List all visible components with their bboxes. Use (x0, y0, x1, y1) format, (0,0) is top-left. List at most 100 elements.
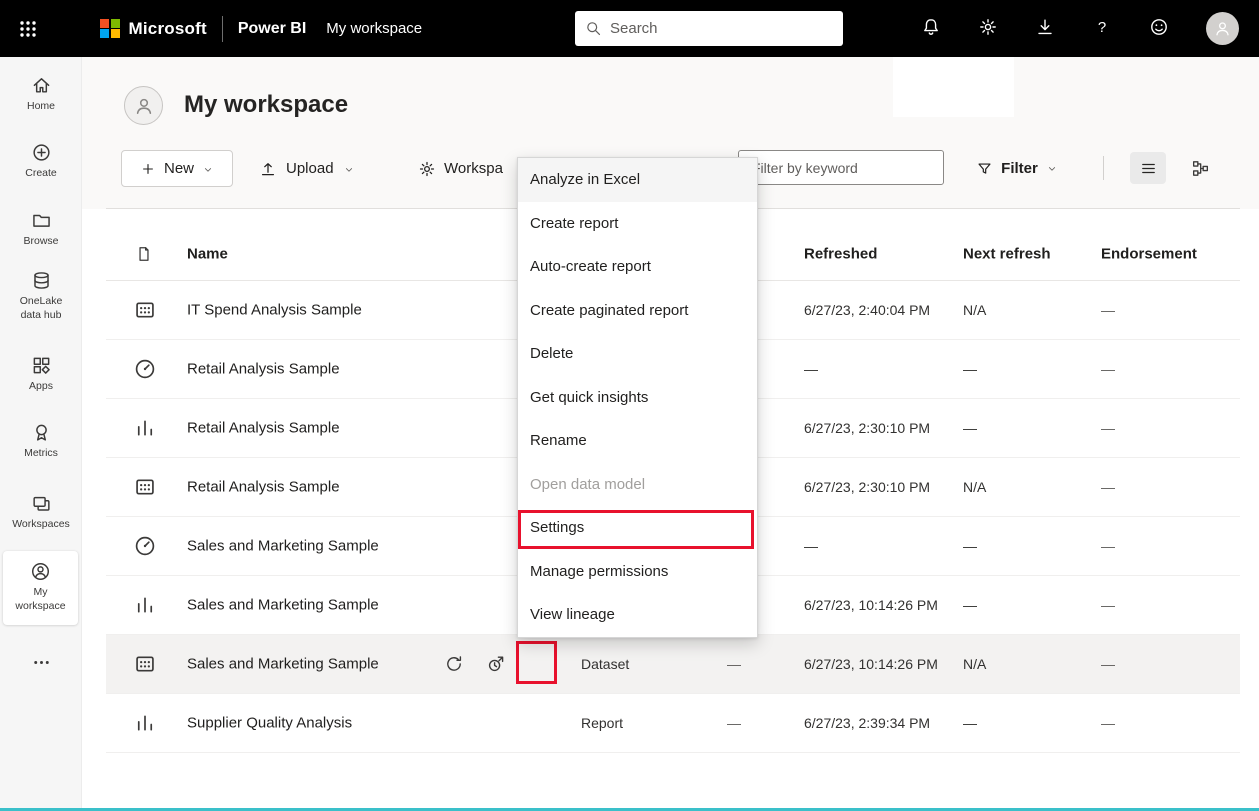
person-icon (1213, 19, 1232, 38)
item-name[interactable]: Retail Analysis Sample (187, 479, 340, 496)
sidebar-item-label: Workspaces (12, 518, 70, 530)
sidebar-item-label: Apps (29, 380, 53, 392)
lineage-view-button[interactable] (1182, 152, 1218, 184)
menu-item-label: Create paginated report (530, 301, 689, 319)
item-next-refresh: — (963, 420, 977, 436)
item-endorsement: — (1101, 361, 1115, 377)
smiley-icon (1149, 17, 1169, 37)
microsoft-wordmark: Microsoft (128, 18, 207, 38)
topbar-actions: ? (921, 0, 1259, 57)
filter-keyword-input[interactable] (738, 150, 944, 185)
item-name[interactable]: Sales and Marketing Sample (187, 656, 379, 673)
more-h-icon (31, 652, 52, 673)
menu-item-rename[interactable]: Rename (518, 419, 757, 463)
sidebar-item-create[interactable]: Create (0, 142, 82, 181)
product-name[interactable]: Power BI (238, 20, 306, 38)
sidebar-item-metrics[interactable]: Metrics (0, 422, 82, 461)
search-icon (585, 20, 602, 37)
menu-item-open-data-model: Open data model (518, 463, 757, 507)
menu-item-label: Open data model (530, 475, 646, 493)
item-next-refresh: — (963, 361, 977, 377)
item-name[interactable]: Sales and Marketing Sample (187, 597, 379, 614)
sidebar-item-apps[interactable]: Apps (0, 355, 82, 394)
document-icon (135, 245, 153, 263)
filter-button[interactable]: Filter (956, 150, 1078, 186)
sidebar-item-workspaces[interactable]: Workspaces (0, 493, 82, 532)
item-next-refresh: — (963, 538, 977, 554)
global-search[interactable] (575, 11, 843, 46)
upload-button-label: Upload (286, 160, 334, 177)
menu-item-get-quick-insights[interactable]: Get quick insights (518, 376, 757, 420)
person-icon (133, 95, 155, 117)
item-name[interactable]: Sales and Marketing Sample (187, 538, 379, 555)
dataset-type-icon (133, 298, 157, 322)
plus-icon (140, 161, 156, 177)
app-launcher-button[interactable] (0, 0, 56, 57)
settings-button[interactable] (978, 17, 998, 40)
menu-item-label: View lineage (530, 606, 615, 624)
item-next-refresh: N/A (963, 302, 987, 318)
sidebar-item-home[interactable]: Home (0, 75, 82, 114)
sidebar-item-label: Metrics (24, 447, 58, 459)
menu-item-settings[interactable]: Settings (518, 506, 757, 550)
list-view-button[interactable] (1130, 152, 1166, 184)
item-name[interactable]: Retail Analysis Sample (187, 420, 340, 437)
list-view-icon (1139, 159, 1158, 178)
column-header-next-refresh[interactable]: Next refresh (963, 246, 1051, 263)
new-button[interactable]: New (121, 150, 233, 187)
refresh-icon[interactable] (444, 654, 464, 674)
menu-item-delete[interactable]: Delete (518, 332, 757, 376)
upload-button[interactable]: Upload (259, 150, 355, 187)
svg-text:?: ? (1098, 19, 1106, 36)
item-refreshed: 6/27/23, 2:30:10 PM (804, 420, 931, 436)
table-row[interactable]: Sales and Marketing Sample Dataset — 6/27/2… (106, 635, 1240, 694)
table-row[interactable]: Supplier Quality Analysis Report — 6/27/23,… (106, 694, 1240, 753)
sidebar-item-browse[interactable]: Browse (0, 210, 82, 249)
chevron-down-icon (343, 163, 355, 175)
chevron-down-icon (202, 163, 214, 175)
menu-item-auto-create-report[interactable]: Auto-create report (518, 245, 757, 289)
column-header-name[interactable]: Name (187, 246, 228, 263)
item-endorsement: — (1101, 656, 1115, 672)
plus-circle-icon (31, 142, 52, 163)
apps-icon (31, 355, 52, 376)
menu-item-label: Auto-create report (530, 258, 651, 276)
item-name[interactable]: Retail Analysis Sample (187, 361, 340, 378)
item-refreshed: 6/27/23, 10:14:26 PM (804, 656, 938, 672)
item-refreshed: 6/27/23, 2:30:10 PM (804, 479, 931, 495)
dataset-type-icon (133, 475, 157, 499)
column-header-refreshed[interactable]: Refreshed (804, 246, 877, 263)
feedback-button[interactable] (1149, 17, 1169, 40)
sidebar-item-onelake-data-hub[interactable]: OneLake data hub (0, 270, 82, 322)
top-bar: Microsoft Power BI My workspace ? (0, 0, 1259, 57)
scheduled-refresh-icon[interactable] (486, 654, 506, 674)
lineage-icon (1191, 159, 1210, 178)
item-context-menu: Analyze in Excel Create report Auto-create… (517, 157, 758, 638)
download-button[interactable] (1035, 17, 1055, 40)
microsoft-logo[interactable]: Microsoft (100, 19, 207, 39)
person-circle-icon (30, 561, 51, 582)
report-type-icon (133, 593, 157, 617)
menu-item-label: Delete (530, 345, 574, 363)
item-type: Report (581, 715, 624, 731)
menu-item-create-paginated-report[interactable]: Create paginated report (518, 289, 757, 333)
more-icon[interactable] (530, 654, 550, 674)
item-name[interactable]: IT Spend Analysis Sample (187, 302, 362, 319)
search-input[interactable] (610, 20, 833, 37)
funnel-icon (976, 160, 993, 177)
bell-icon (921, 17, 941, 37)
item-name[interactable]: Supplier Quality Analysis (187, 715, 352, 732)
menu-item-manage-permissions[interactable]: Manage permissions (518, 550, 757, 594)
menu-item-analyze-in-excel[interactable]: Analyze in Excel (518, 158, 757, 202)
account-avatar[interactable] (1206, 12, 1239, 45)
menu-item-view-lineage[interactable]: View lineage (518, 593, 757, 637)
item-next-refresh: N/A (963, 656, 987, 672)
sidebar-item-more[interactable] (0, 652, 82, 673)
menu-item-create-report[interactable]: Create report (518, 202, 757, 246)
menu-item-label: Create report (530, 214, 619, 232)
notifications-button[interactable] (921, 17, 941, 40)
workspace-settings-button[interactable]: Workspa (418, 150, 518, 187)
column-header-endorsement[interactable]: Endorsement (1101, 246, 1197, 263)
help-button[interactable]: ? (1092, 17, 1112, 40)
sidebar-item-my-workspace[interactable]: My workspace (3, 551, 78, 626)
